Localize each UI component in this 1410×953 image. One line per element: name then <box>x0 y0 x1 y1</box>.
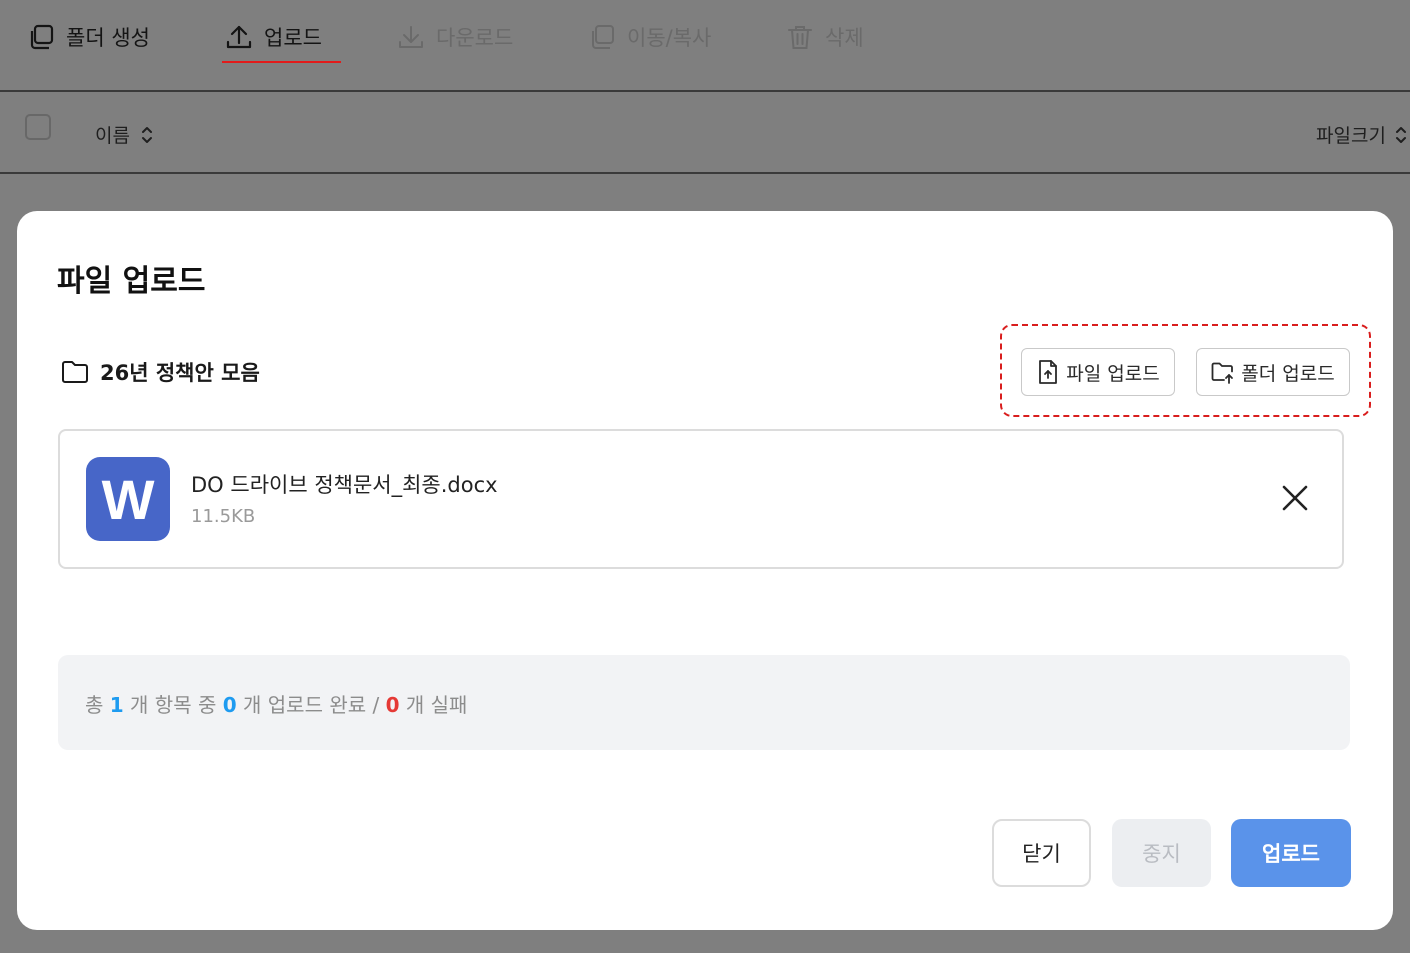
close-button[interactable]: 닫기 <box>992 819 1091 887</box>
delete-label: 삭제 <box>825 26 864 50</box>
upload-summary-text: 총 1 개 항목 중 0 개 업로드 완료 / 0 개 실패 <box>85 689 467 718</box>
folder-upload-button[interactable]: 폴더 업로드 <box>1196 348 1350 396</box>
failed-count: 0 <box>385 693 400 717</box>
stop-button[interactable]: 중지 <box>1112 819 1211 887</box>
download-icon <box>399 26 423 48</box>
create-folder-label: 폴더 생성 <box>66 26 150 50</box>
trash-icon <box>788 26 812 49</box>
active-tab-underline <box>222 61 341 63</box>
folder-upload-icon <box>1211 362 1234 384</box>
upload-file-list: W DO 드라이브 정책문서_최종.docx 11.5KB <box>58 429 1344 569</box>
upload-summary: 총 1 개 항목 중 0 개 업로드 완료 / 0 개 실패 <box>58 655 1350 750</box>
total-count: 1 <box>109 693 124 717</box>
sort-icon <box>1395 126 1406 143</box>
file-upload-dialog: 파일 업로드 26년 정책안 모음 파일 업로드 폴더 업로드 W DO 드라이… <box>17 211 1393 930</box>
delete-button[interactable]: 삭제 <box>785 20 864 54</box>
summary-failed-label: 개 실패 <box>405 693 468 717</box>
file-list-header: 이름 파일크기 <box>0 92 1410 174</box>
copy-icon <box>30 24 54 50</box>
folder-icon <box>62 361 88 383</box>
summary-items-in: 개 항목 중 <box>130 693 217 717</box>
close-icon[interactable] <box>1278 481 1312 515</box>
file-size: 11.5KB <box>191 506 256 527</box>
file-upload-label: 파일 업로드 <box>1066 362 1160 385</box>
copy-icon <box>592 25 614 49</box>
target-folder-name: 26년 정책안 모음 <box>100 361 260 385</box>
dialog-title: 파일 업로드 <box>57 264 206 299</box>
upload-icon <box>226 25 252 49</box>
sort-icon <box>141 126 152 143</box>
name-column-label: 이름 <box>95 125 130 147</box>
select-all-checkbox[interactable] <box>25 114 51 140</box>
download-button[interactable]: 다운로드 <box>396 20 513 54</box>
move-copy-button[interactable]: 이동/복사 <box>587 20 711 54</box>
download-label: 다운로드 <box>436 26 514 50</box>
name-column-header[interactable]: 이름 <box>95 121 154 148</box>
target-folder: 26년 정책안 모음 <box>60 357 260 387</box>
summary-done-label: 개 업로드 완료 / <box>243 693 380 717</box>
word-document-icon: W <box>86 457 170 541</box>
toolbar: 폴더 생성 업로드 다운로드 이동/복사 삭제 <box>0 0 1410 92</box>
file-upload-icon <box>1039 360 1058 384</box>
move-copy-label: 이동/복사 <box>627 26 712 50</box>
folder-upload-label: 폴더 업로드 <box>1241 362 1335 385</box>
file-upload-button[interactable]: 파일 업로드 <box>1021 348 1175 396</box>
size-column-header[interactable]: 파일크기 <box>1316 121 1408 148</box>
summary-prefix: 총 <box>85 693 104 717</box>
done-count: 0 <box>222 693 237 717</box>
upload-button[interactable]: 업로드 <box>1231 819 1351 887</box>
create-folder-button[interactable]: 폴더 생성 <box>26 20 150 54</box>
upload-tab-button[interactable]: 업로드 <box>224 20 322 54</box>
upload-tab-label: 업로드 <box>264 26 322 50</box>
file-name: DO 드라이브 정책문서_최종.docx <box>191 473 498 497</box>
size-column-label: 파일크기 <box>1316 125 1386 147</box>
